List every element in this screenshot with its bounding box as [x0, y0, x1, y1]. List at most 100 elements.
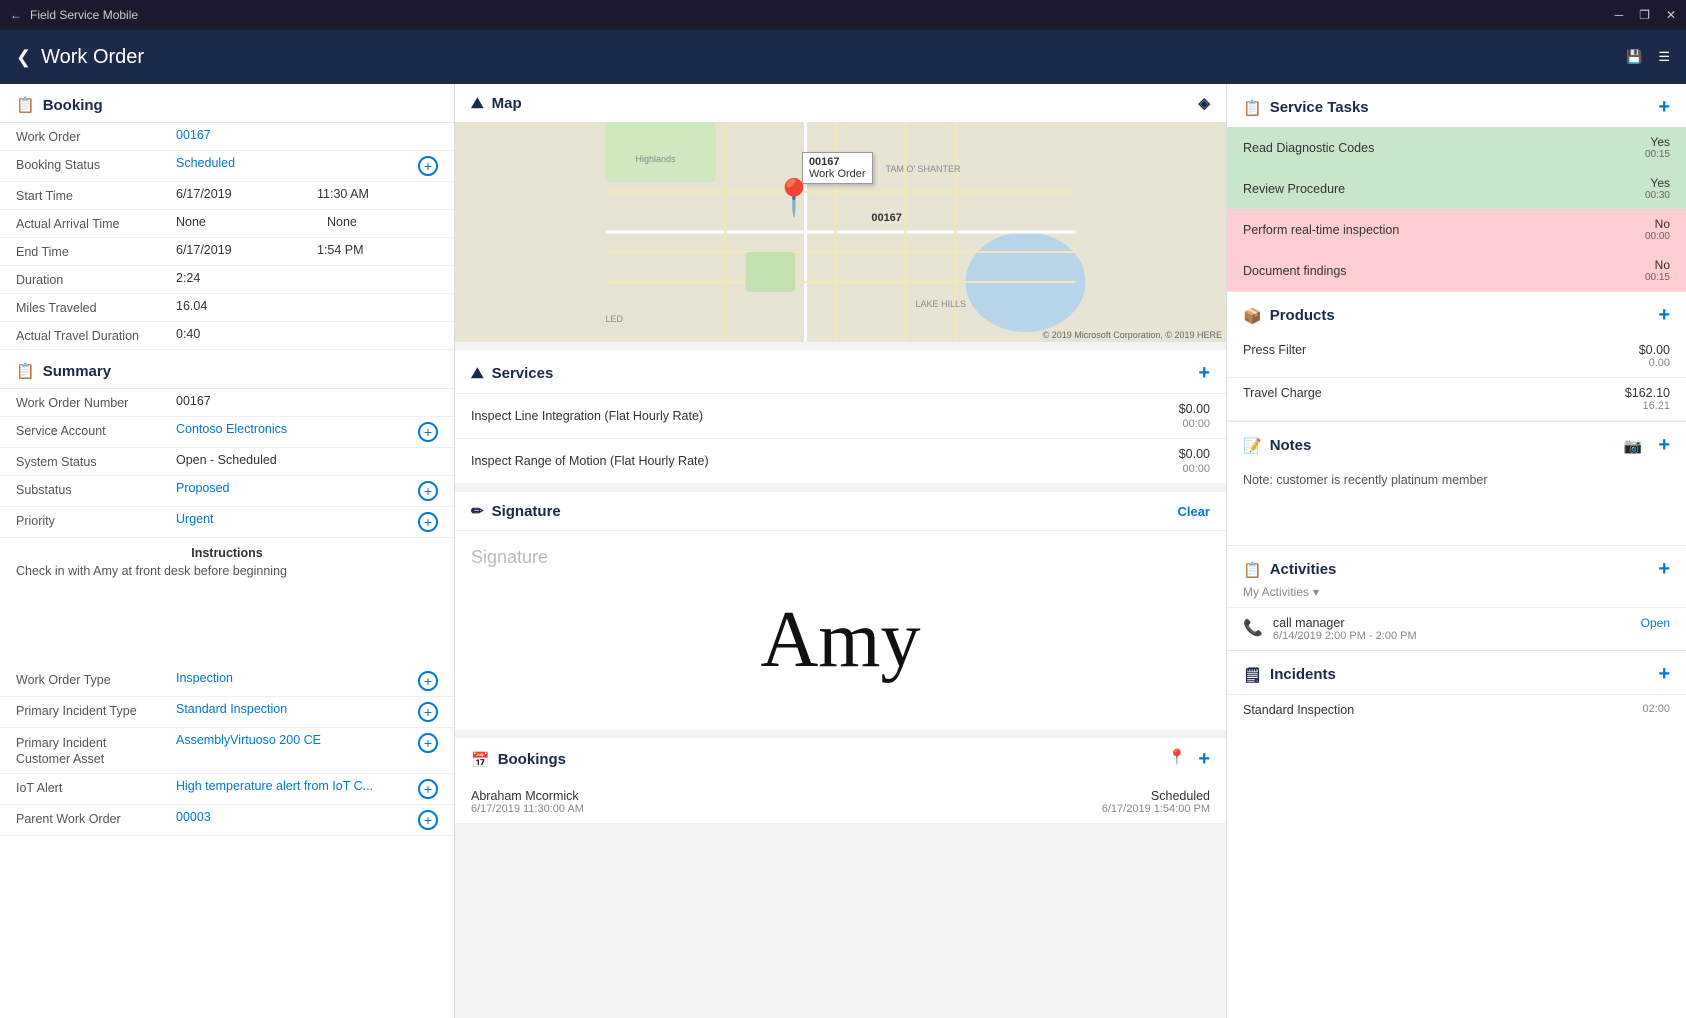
service-time-0: 00:00 — [1182, 418, 1210, 430]
summary-icon: 📋 — [16, 362, 35, 380]
iot-alert-field: IoT Alert High temperature alert from Io… — [0, 774, 454, 805]
substatus-field: Substatus Proposed + — [0, 476, 454, 507]
task-status-3: No 00:15 — [1645, 258, 1670, 283]
incident-time-0: 02:00 — [1642, 703, 1670, 717]
task-row-3: Document findings No 00:15 — [1227, 250, 1686, 291]
miles-traveled-value: 16.04 — [176, 299, 438, 313]
notes-camera-icon[interactable]: 📷 — [1624, 437, 1643, 455]
priority-add-icon[interactable]: + — [418, 512, 438, 532]
products-add-button[interactable]: + — [1658, 304, 1670, 327]
booking-icon: 📋 — [16, 96, 35, 114]
service-price-amount-0: $0.00 — [1179, 402, 1210, 416]
booking-row-0: Abraham Mcormick 6/17/2019 11:30:00 AM S… — [455, 781, 1226, 824]
service-account-label: Service Account — [16, 422, 176, 438]
incident-row-0: Standard Inspection 02:00 — [1227, 694, 1686, 725]
services-add-button[interactable]: + — [1198, 362, 1210, 385]
priority-value[interactable]: Urgent — [176, 512, 412, 526]
activities-section-header: 📋 Activities + — [1227, 546, 1686, 585]
bookings-add-button[interactable]: + — [1198, 748, 1210, 771]
products-section: 📦 Products + Press Filter $0.00 0.00 Tra… — [1227, 292, 1686, 422]
task-name-0: Read Diagnostic Codes — [1243, 141, 1645, 155]
back-arrow-icon[interactable]: ← — [10, 8, 22, 22]
iot-alert-value[interactable]: High temperature alert from IoT C... — [176, 779, 412, 793]
bookings-section-header: 📅 Bookings 📍 + — [455, 738, 1226, 781]
service-tasks-add-button[interactable]: + — [1658, 96, 1670, 119]
signature-clear-button[interactable]: Clear — [1177, 504, 1210, 519]
activities-section: 📋 Activities + My Activities ▾ 📞 call ma… — [1227, 546, 1686, 651]
booking-right-0: Scheduled 6/17/2019 1:54:00 PM — [1102, 789, 1210, 815]
primary-incident-asset-add-icon[interactable]: + — [418, 733, 438, 753]
signature-title: Signature — [492, 503, 561, 520]
work-order-type-value[interactable]: Inspection — [176, 671, 412, 685]
start-time-date: 6/17/2019 — [176, 187, 297, 201]
substatus-value[interactable]: Proposed — [176, 481, 412, 495]
task-row-0: Read Diagnostic Codes Yes 00:15 — [1227, 127, 1686, 168]
travel-duration-value: 0:40 — [176, 327, 438, 341]
system-status-field: System Status Open - Scheduled — [0, 448, 454, 476]
incidents-add-button[interactable]: + — [1658, 663, 1670, 686]
activities-add-button[interactable]: + — [1658, 558, 1670, 581]
primary-incident-asset-value[interactable]: AssemblyVirtuoso 200 CE — [176, 733, 412, 747]
products-icon: 📦 — [1243, 307, 1262, 325]
start-time-field: Start Time 6/17/2019 11:30 AM — [0, 182, 454, 210]
substatus-label: Substatus — [16, 481, 176, 497]
iot-alert-add-icon[interactable]: + — [418, 779, 438, 799]
service-account-add-icon[interactable]: + — [418, 422, 438, 442]
miles-traveled-field: Miles Traveled 16.04 — [0, 294, 454, 322]
service-row-0: Inspect Line Integration (Flat Hourly Ra… — [455, 394, 1226, 439]
app-header: ❮ Work Order 💾 ☰ — [0, 30, 1686, 84]
notes-add-button[interactable]: + — [1658, 434, 1670, 457]
incidents-icon: 🗒 — [1243, 666, 1262, 684]
service-name-0: Inspect Line Integration (Flat Hourly Ra… — [471, 409, 1179, 423]
service-tasks-icon: 📋 — [1243, 99, 1262, 117]
iot-alert-label: IoT Alert — [16, 779, 176, 795]
work-order-label: Work Order — [16, 128, 176, 144]
signature-canvas[interactable]: Signature Amy — [455, 530, 1226, 730]
primary-incident-type-value[interactable]: Standard Inspection — [176, 702, 412, 716]
map-container[interactable]: Highlands TAM O' SHANTER LAKE HILLS LED … — [455, 122, 1226, 342]
work-order-field: Work Order 00167 — [0, 123, 454, 151]
work-order-number-field: Work Order Number 00167 — [0, 389, 454, 417]
signature-icon: ✏ — [471, 502, 484, 520]
service-account-value[interactable]: Contoso Electronics — [176, 422, 412, 436]
parent-work-order-add-icon[interactable]: + — [418, 810, 438, 830]
activity-date-0: 6/14/2019 2:00 PM - 2:00 PM — [1273, 630, 1631, 642]
work-order-type-label: Work Order Type — [16, 671, 176, 687]
primary-incident-type-field: Primary Incident Type Standard Inspectio… — [0, 697, 454, 728]
work-order-value[interactable]: 00167 — [176, 128, 438, 142]
map-icon: ⛰ — [471, 95, 484, 112]
start-time-time: 11:30 AM — [317, 187, 438, 201]
incidents-section-header: 🗒 Incidents + — [1227, 651, 1686, 694]
primary-incident-type-add-icon[interactable]: + — [418, 702, 438, 722]
travel-duration-field: Actual Travel Duration 0:40 — [0, 322, 454, 350]
actual-arrival-none: None — [327, 215, 438, 229]
activities-title: Activities — [1270, 561, 1337, 578]
product-name-0: Press Filter — [1243, 343, 1639, 369]
instructions-block: Instructions Check in with Amy at front … — [0, 538, 454, 586]
app-name: Field Service Mobile — [30, 8, 138, 22]
task-status-0: Yes 00:15 — [1645, 135, 1670, 160]
parent-work-order-value[interactable]: 00003 — [176, 810, 412, 824]
close-button[interactable]: ✕ — [1666, 8, 1676, 22]
menu-icon[interactable]: ☰ — [1658, 49, 1670, 65]
services-section: ⛰ Services + Inspect Line Integration (F… — [455, 350, 1226, 484]
work-order-type-add-icon[interactable]: + — [418, 671, 438, 691]
bookings-title: Bookings — [498, 751, 566, 768]
start-time-label: Start Time — [16, 187, 176, 203]
actual-arrival-date: None — [176, 215, 287, 229]
notes-title: Notes — [1270, 437, 1312, 454]
booking-status-value[interactable]: Scheduled — [176, 156, 412, 170]
system-status-value: Open - Scheduled — [176, 453, 438, 467]
booking-status-add-icon[interactable]: + — [418, 156, 438, 176]
incidents-title: Incidents — [1270, 666, 1336, 683]
restore-button[interactable]: ❐ — [1639, 8, 1650, 22]
task-name-2: Perform real-time inspection — [1243, 223, 1645, 237]
save-icon[interactable]: 💾 — [1626, 49, 1642, 65]
substatus-add-icon[interactable]: + — [418, 481, 438, 501]
miles-traveled-label: Miles Traveled — [16, 299, 176, 315]
booking-status-field: Booking Status Scheduled + — [0, 151, 454, 182]
activity-status-0: Open — [1641, 616, 1670, 630]
minimize-button[interactable]: ─ — [1615, 8, 1624, 22]
activities-dropdown-icon[interactable]: ▾ — [1313, 585, 1319, 599]
back-button[interactable]: ❮ — [16, 47, 31, 68]
